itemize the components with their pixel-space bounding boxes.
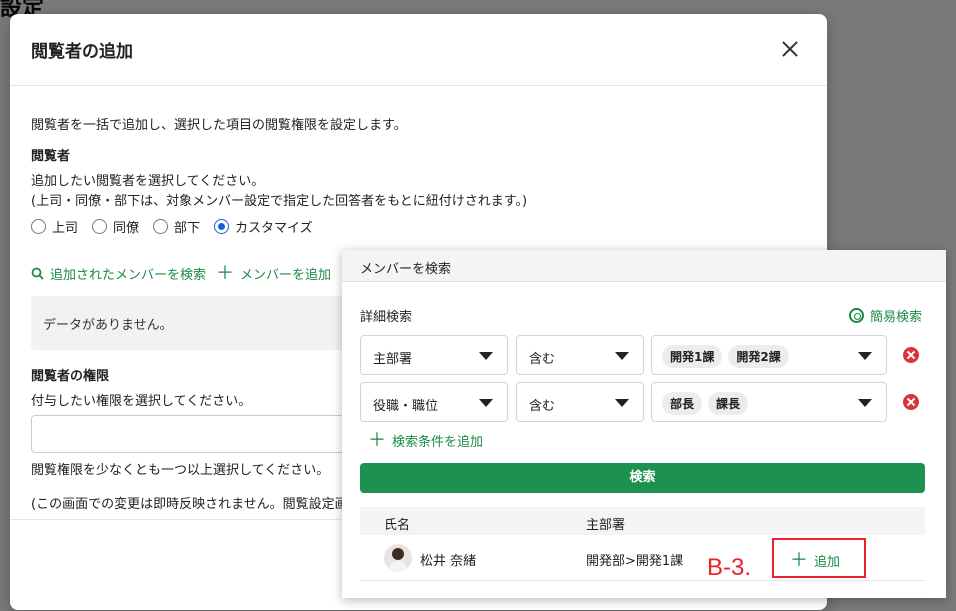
remove-condition-icon[interactable] [903,347,919,363]
member-department: 開発部>開発1課 [586,554,684,569]
viewers-instruction: 追加したい閲覧者を選択してください。 [31,174,265,189]
caret-down-icon [479,399,493,407]
condition-operator-select[interactable]: 含む [516,382,644,422]
value-chip[interactable]: 開発1課 [662,345,723,368]
value-chip[interactable]: 部長 [662,392,703,415]
member-list-empty: データがありません。 [31,296,371,350]
member-actions: 追加されたメンバーを検索 ＋ メンバーを追加 [31,264,341,283]
radio-customize[interactable]: カスタマイズ [214,217,313,236]
caret-down-icon [615,352,629,360]
permission-warning: 閲覧権限を少なくとも一つ以上選択してください。 [31,463,330,478]
radio-label: 上司 [52,221,79,236]
dialog-title: 閲覧者の追加 [31,42,133,62]
plus-icon: ＋ [216,262,235,284]
avatar [384,544,412,572]
search-added-members-label: 追加されたメンバーを検索 [50,268,207,283]
condition-field-value: 主部署 [373,352,413,367]
dialog-description: 閲覧者を一括で追加し、選択した項目の閲覧権限を設定します。 [31,118,407,133]
value-chips: 開発1課 開発2課 [662,345,789,368]
search-icon [31,267,44,280]
simple-search-link[interactable]: 簡易検索 [848,306,922,325]
condition-values-select[interactable]: 部長 課長 [651,382,887,422]
radio-button[interactable] [31,219,46,234]
annotation-label: B-3. [707,554,752,581]
advanced-search-label: 詳細検索 [360,310,413,325]
add-member-row-label: 追加 [814,555,841,570]
add-condition-label: 検索条件を追加 [392,435,484,450]
gear-icon [848,308,864,323]
caret-down-icon [858,399,872,407]
apply-note: (この画面での変更は即時反映されません。閲覧設定画 [31,497,348,512]
value-chip[interactable]: 開発2課 [728,345,789,368]
condition-values-select[interactable]: 開発1課 開発2課 [651,335,887,375]
radio-button[interactable] [92,219,108,234]
condition-operator-value: 含む [529,399,556,414]
radio-boss[interactable]: 上司 [31,217,78,236]
annotation-highlight-box: ＋ 追加 [772,538,866,578]
popover-title: メンバーを検索 [360,262,452,277]
value-chips: 部長 課長 [662,392,749,415]
plus-icon: ＋ [368,429,386,451]
dialog-header: 閲覧者の追加 [10,14,827,86]
add-member-row-button[interactable]: ＋ 追加 [790,551,840,570]
condition-field-select[interactable]: 主部署 [360,335,508,375]
radio-button-selected[interactable] [214,219,230,234]
search-button[interactable]: 検索 [360,463,925,493]
simple-search-label: 簡易検索 [869,310,922,325]
popover-header: メンバーを検索 [342,250,946,282]
column-header-name: 氏名 [384,518,411,533]
permission-heading: 閲覧者の権限 [31,369,110,384]
radio-subordinate[interactable]: 部下 [153,217,200,236]
no-data-text: データがありません。 [43,318,173,333]
radio-label: カスタマイズ [235,221,313,236]
add-member-link[interactable]: ＋ メンバーを追加 [216,264,331,283]
permission-select[interactable] [31,415,351,453]
radio-label: 部下 [174,221,201,236]
permission-instruction: 付与したい権限を選択してください。 [31,394,252,409]
viewers-note: (上司・同僚・部下は、対象メンバー設定で指定した回答者をもとに紐付けされます。) [31,194,528,209]
viewer-type-radio-group: 上司 同僚 部下 カスタマイズ [31,217,321,236]
search-added-members-link[interactable]: 追加されたメンバーを検索 [31,264,206,283]
radio-button[interactable] [153,219,169,234]
radio-peer[interactable]: 同僚 [92,217,139,236]
condition-operator-select[interactable]: 含む [516,335,644,375]
condition-field-select[interactable]: 役職・職位 [360,382,508,422]
member-name: 松井 奈緒 [420,554,477,569]
add-condition-link[interactable]: ＋ 検索条件を追加 [368,431,483,450]
results-table-header: 氏名 主部署 [360,507,925,535]
caret-down-icon [615,399,629,407]
viewers-heading: 閲覧者 [31,149,71,164]
value-chip[interactable]: 課長 [708,392,749,415]
condition-operator-value: 含む [529,352,556,367]
caret-down-icon [479,352,493,360]
column-header-department: 主部署 [586,518,626,533]
add-member-label: メンバーを追加 [240,268,332,283]
radio-label: 同僚 [113,221,140,236]
close-icon[interactable] [779,38,801,60]
plus-icon: ＋ [790,549,808,571]
caret-down-icon [858,352,872,360]
remove-condition-icon[interactable] [903,394,919,410]
condition-field-value: 役職・職位 [373,399,439,414]
